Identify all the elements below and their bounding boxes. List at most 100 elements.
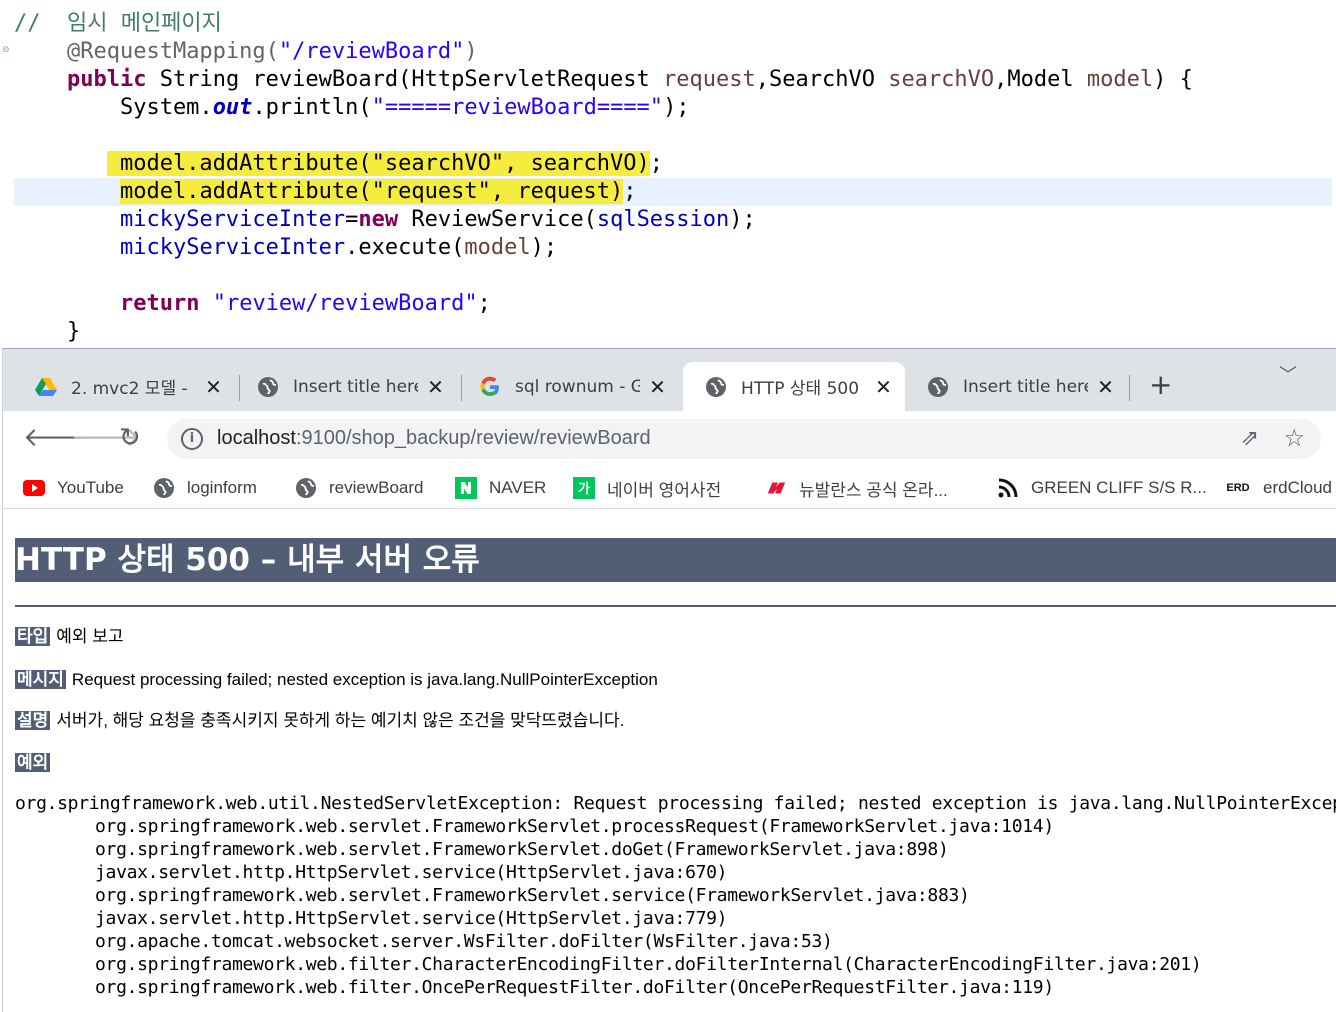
code-token: ,SearchVO	[755, 67, 889, 92]
fold-icon[interactable]: ⊖	[2, 44, 10, 56]
code-token: =	[345, 207, 359, 232]
code-token: request	[663, 67, 756, 92]
chevron-down-icon[interactable]: ﹀	[1279, 361, 1297, 387]
google-icon	[479, 376, 501, 398]
globe-icon	[257, 376, 279, 398]
message-label: 메시지	[15, 670, 66, 689]
code-token: "/reviewBoard"	[278, 39, 465, 64]
tab-http-500[interactable]: HTTP 상태 500 ✕	[683, 362, 905, 411]
tab-title: 2. mvc2 모델 -	[71, 379, 188, 399]
code-token: System.	[14, 95, 213, 120]
code-line[interactable]: mickyServiceInter=new ReviewService(sqlS…	[14, 206, 756, 234]
code-token: }	[14, 319, 81, 344]
code-line[interactable]: return "review/reviewBoard";	[14, 290, 491, 318]
tab-insert-title-1[interactable]: Insert title here ✕	[235, 362, 457, 411]
stack-trace-line: javax.servlet.http.HttpServlet.service(H…	[95, 908, 728, 929]
code-token: ;	[623, 179, 637, 204]
stack-trace: org.springframework.web.util.NestedServl…	[15, 792, 1336, 999]
stack-trace-line: org.springframework.web.filter.OncePerRe…	[95, 977, 1054, 998]
code-token: searchVO	[888, 67, 995, 92]
close-icon[interactable]: ✕	[204, 375, 223, 399]
bookmark-naver-dictionary[interactable]: 가 네이버 영어사전	[573, 475, 721, 501]
description-row: 설명 서버가, 해당 요청을 충족시키지 못하게 하는 예기치 않은 조건을 맞닥…	[15, 710, 624, 732]
tab-mvc2[interactable]: 2. mvc2 모델 - ✕	[13, 362, 235, 411]
close-icon[interactable]: ✕	[874, 375, 893, 399]
code-line[interactable]: public String reviewBoard(HttpServletReq…	[14, 66, 1193, 94]
bookmark-naver[interactable]: NAVER	[455, 475, 546, 501]
code-token: );	[663, 95, 690, 120]
code-line[interactable]: // 임시 메인페이지	[14, 10, 222, 38]
tab-sql-rownum[interactable]: sql rownum - G ✕	[457, 362, 679, 411]
close-icon[interactable]: ✕	[1096, 375, 1115, 399]
code-token: new	[358, 207, 399, 232]
code-line[interactable]: model.addAttribute("request", request);	[14, 178, 1332, 206]
tab-strip: 2. mvc2 모델 - ✕ Insert title here ✕ sql r…	[3, 349, 1336, 411]
globe-icon	[153, 478, 175, 498]
code-token: ;	[477, 291, 491, 316]
url-text[interactable]: localhost:9100/shop_backup/review/review…	[217, 427, 651, 450]
code-token: );	[530, 235, 558, 260]
code-token: .println(	[252, 95, 372, 120]
bookmarks-bar: YouTube loginform reviewBoard NAVER 가 네이…	[3, 467, 1336, 509]
code-token: ,Model	[994, 67, 1087, 92]
bookmark-erdcloud[interactable]: ERD erdCloud	[1225, 475, 1332, 501]
google-drive-icon	[35, 376, 57, 398]
bookmark-greencliff[interactable]: GREEN CLIFF S/S R...	[997, 475, 1207, 501]
code-line[interactable]: model.addAttribute("searchVO", searchVO)…	[14, 150, 663, 178]
code-token: );	[729, 207, 756, 232]
code-token: public	[66, 67, 147, 92]
code-token: model	[464, 235, 531, 260]
code-token: return	[119, 291, 200, 316]
svg-text:가: 가	[578, 482, 590, 497]
divider	[15, 605, 1336, 607]
stack-trace-line: org.apache.tomcat.websocket.server.WsFil…	[95, 931, 833, 952]
page-title: HTTP 상태 500 – 내부 서버 오류	[15, 538, 1336, 582]
code-line[interactable]: }	[14, 318, 80, 346]
code-token: @RequestMapping(	[66, 39, 279, 64]
code-token: )	[464, 39, 478, 64]
reload-icon[interactable]: ↻	[119, 423, 141, 453]
globe-icon	[927, 376, 949, 398]
description-label: 설명	[15, 711, 51, 730]
youtube-icon	[23, 478, 45, 498]
stack-trace-line: org.springframework.web.servlet.Framewor…	[95, 839, 949, 860]
bookmark-loginform[interactable]: loginform	[153, 475, 257, 501]
new-tab-icon[interactable]: +	[1149, 371, 1172, 399]
code-token: model.addAttribute("request", request)	[119, 179, 624, 204]
tab-insert-title-2[interactable]: Insert title here ✕	[905, 362, 1127, 411]
browser-toolbar: 🡐 🡒 ↻ i localhost:9100/shop_backup/revie…	[3, 411, 1336, 467]
bookmark-reviewboard[interactable]: reviewBoard	[295, 475, 424, 501]
bookmark-newbalance[interactable]: 뉴발란스 공식 온라...	[765, 475, 948, 501]
error-page: HTTP 상태 500 – 내부 서버 오류 타입 예외 보고 메시지 Reques…	[15, 509, 1336, 1012]
code-token: "review/reviewBoard"	[212, 291, 478, 316]
type-label: 타입	[15, 627, 51, 646]
code-line[interactable]: System.out.println("=====reviewBoard====…	[14, 94, 690, 122]
code-token: mickyServiceInter	[119, 235, 346, 260]
info-icon[interactable]: i	[181, 428, 203, 450]
newbalance-icon	[765, 478, 787, 498]
code-token: .execute(	[345, 235, 465, 260]
bookmark-youtube[interactable]: YouTube	[23, 475, 124, 501]
close-icon[interactable]: ✕	[426, 375, 445, 399]
address-bar[interactable]: i localhost:9100/shop_backup/review/revi…	[167, 419, 1321, 459]
code-line[interactable]: @RequestMapping("/reviewBoard")	[14, 38, 478, 66]
exception-label: 예외	[15, 753, 51, 772]
message-value: Request processing failed; nested except…	[71, 670, 658, 689]
globe-icon	[295, 478, 317, 498]
close-icon[interactable]: ✕	[648, 375, 667, 399]
share-icon[interactable]: ⇗	[1241, 426, 1259, 451]
browser-window: 2. mvc2 모델 - ✕ Insert title here ✕ sql r…	[2, 348, 1336, 1012]
code-token: model	[1086, 67, 1154, 92]
code-token: model.addAttribute("searchVO", searchVO)	[106, 151, 650, 176]
code-token: ReviewService(	[398, 207, 597, 232]
star-icon[interactable]: ☆	[1283, 424, 1305, 452]
naver-dict-icon: 가	[573, 477, 595, 499]
code-line[interactable]: mickyServiceInter.execute(model);	[14, 234, 557, 262]
code-editor[interactable]: ⊖ // 임시 메인페이지 @RequestMapping("/reviewBo…	[0, 0, 1336, 348]
